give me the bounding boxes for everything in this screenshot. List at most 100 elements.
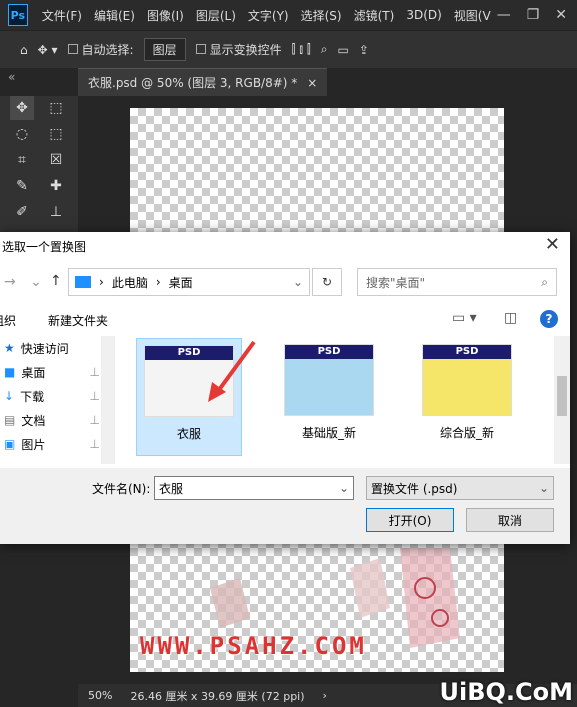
eyedropper-tool-icon[interactable]: ✎ [10,174,34,198]
organize-button[interactable]: 组织 [0,312,16,329]
options-bar: ⌂ ✥ ▾ 自动选择: 图层 显示变换控件 ⫿ ⫾ ⫿ ⌕ ▭ ⇪ [0,30,577,68]
home-icon[interactable]: ⌂ [20,43,28,57]
help-icon[interactable]: ? [540,310,558,328]
tab-strip: « 衣服.psd @ 50% (图层 3, RGB/8#) * × [0,68,577,96]
download-icon: ↓ [4,389,15,403]
filename-input[interactable]: 衣服 ⌄ [154,476,354,500]
pin-icon: ⊥ [89,437,100,451]
file-tile-2[interactable]: PSD 综合版_新 [414,338,520,456]
star-icon: ★ [4,341,15,355]
thumbnail-image [285,359,373,415]
menu-3d[interactable]: 3D(D) [400,8,447,22]
sidebar-item-downloads[interactable]: ↓ 下载 ⊥ [0,384,114,408]
lasso-tool-icon[interactable]: ◌ [10,122,34,146]
close-tab-icon[interactable]: × [307,76,317,90]
sidebar-item-desktop[interactable]: ■ 桌面 ⊥ [0,360,114,384]
address-dropdown-icon[interactable]: ⌄ [293,275,303,289]
psd-badge: PSD [423,345,511,359]
chevron-down-icon: ⌄ [338,481,349,495]
menu-type[interactable]: 文字(Y) [242,7,295,24]
filename-value: 衣服 [159,481,184,496]
search-placeholder: 搜索"桌面" [366,275,426,290]
marquee-tool-icon[interactable]: ⬚ [44,96,68,120]
move-tool-icon[interactable]: ✥ ▾ [38,43,58,57]
share-icon[interactable]: ⇪ [359,43,369,57]
menu-file[interactable]: 文件(F) [36,7,88,24]
command-row: 组织 新建文件夹 ▭ ▾ ◫ ? [0,308,570,334]
dialog-title-bar: 选取一个置换图 [0,232,570,260]
auto-select-label: 自动选择: [81,43,134,57]
red-arrow-annotation [208,340,256,402]
auto-select-checkbox[interactable]: 自动选择: [67,41,134,58]
close-window-button[interactable]: ✕ [555,7,567,23]
document-tab-title: 衣服.psd @ 50% (图层 3, RGB/8#) * [88,76,298,90]
document-icon: ▤ [4,413,16,427]
maximize-button[interactable]: ❐ [527,7,540,23]
address-pc[interactable]: 此电脑 [112,274,148,291]
stamp-tool-icon[interactable]: ⊥ [44,200,68,224]
dialog-close-button[interactable]: ✕ [545,234,560,255]
history-dropdown-icon[interactable]: ⌄ [30,274,42,290]
menu-view[interactable]: 视图(V [448,7,497,24]
pin-icon: ⊥ [89,365,100,379]
address-folder[interactable]: 桌面 [169,274,193,291]
sidebar-item-label: 文档 [21,413,46,428]
menu-edit[interactable]: 编辑(E) [88,7,141,24]
sidebar-item-label: 快速访问 [20,341,69,356]
file-tile-1[interactable]: PSD 基础版_新 [276,338,382,456]
sidebar-item-label: 图片 [21,437,46,452]
zoom-level[interactable]: 50% [88,689,112,702]
collapse-panel-icon[interactable]: « [8,70,15,84]
refresh-icon: ↻ [321,275,333,289]
search-icon[interactable]: ⌕ [321,42,328,57]
scrollbar-thumb[interactable] [557,376,567,416]
new-folder-button[interactable]: 新建文件夹 [48,312,108,329]
pc-icon [75,276,91,288]
crop-tool-icon[interactable]: ⌗ [10,148,34,172]
frame-tool-icon[interactable]: ☒ [44,148,68,172]
align-icons[interactable]: ⫿ ⫾ ⫿ [292,42,311,57]
search-box[interactable]: 搜索"桌面" ⌕ [357,268,557,296]
sidebar-item-pictures[interactable]: ▣ 图片 ⊥ [0,432,114,456]
dialog-bottom: 文件名(N): 衣服 ⌄ 置换文件 (.psd) ⌄ 打开(O) 取消 [0,468,570,544]
preview-pane-icon[interactable]: ◫ [504,310,517,326]
file-thumbnail: PSD [284,344,374,416]
show-transform-checkbox[interactable]: 显示变换控件 [195,41,282,58]
menu-image[interactable]: 图像(I) [141,7,190,24]
minimize-button[interactable]: — [497,7,511,23]
sidebar-scrollbar[interactable] [101,336,115,464]
document-tab[interactable]: 衣服.psd @ 50% (图层 3, RGB/8#) * × [78,68,328,96]
window-controls: — ❐ ✕ [497,7,577,23]
move-tool-icon[interactable]: ✥ [10,96,34,120]
status-arrow-icon[interactable]: › [323,689,327,702]
search-icon: ⌕ [541,274,548,289]
object-select-icon[interactable]: ⬚ [44,122,68,146]
file-list-scrollbar[interactable] [554,336,570,464]
file-name: 衣服 [176,427,201,441]
auto-select-dropdown[interactable]: 图层 [143,38,186,61]
address-bar[interactable]: › 此电脑 › 桌面 ⌄ [68,268,310,296]
menu-layer[interactable]: 图层(L) [190,7,242,24]
open-button[interactable]: 打开(O) [366,508,454,532]
show-transform-label: 显示变换控件 [209,43,282,57]
picture-icon: ▣ [4,437,16,451]
site-watermark: UiBQ.CoM [439,678,573,706]
filetype-select[interactable]: 置换文件 (.psd) ⌄ [366,476,554,500]
filetype-value: 置换文件 (.psd) [371,481,458,496]
dialog-title: 选取一个置换图 [2,239,87,254]
up-arrow-icon[interactable]: ↑ [50,273,62,289]
menu-filter[interactable]: 滤镜(T) [348,7,401,24]
brush-tool-icon[interactable]: ✐ [10,200,34,224]
menu-select[interactable]: 选择(S) [295,7,348,24]
workspace-icon[interactable]: ▭ [338,43,349,57]
healing-tool-icon[interactable]: ✚ [44,174,68,198]
sidebar-item-quick-access[interactable]: ★ 快速访问 [0,336,114,360]
cancel-button[interactable]: 取消 [466,508,554,532]
refresh-button[interactable]: ↻ [312,268,342,296]
canvas-watermark: WWW.PSAHZ.COM [140,632,367,660]
pin-icon: ⊥ [89,389,100,403]
forward-arrow-icon[interactable]: → [4,274,16,290]
view-options-icon[interactable]: ▭ ▾ [452,310,477,326]
sidebar-item-documents[interactable]: ▤ 文档 ⊥ [0,408,114,432]
file-name: 基础版_新 [301,426,356,440]
